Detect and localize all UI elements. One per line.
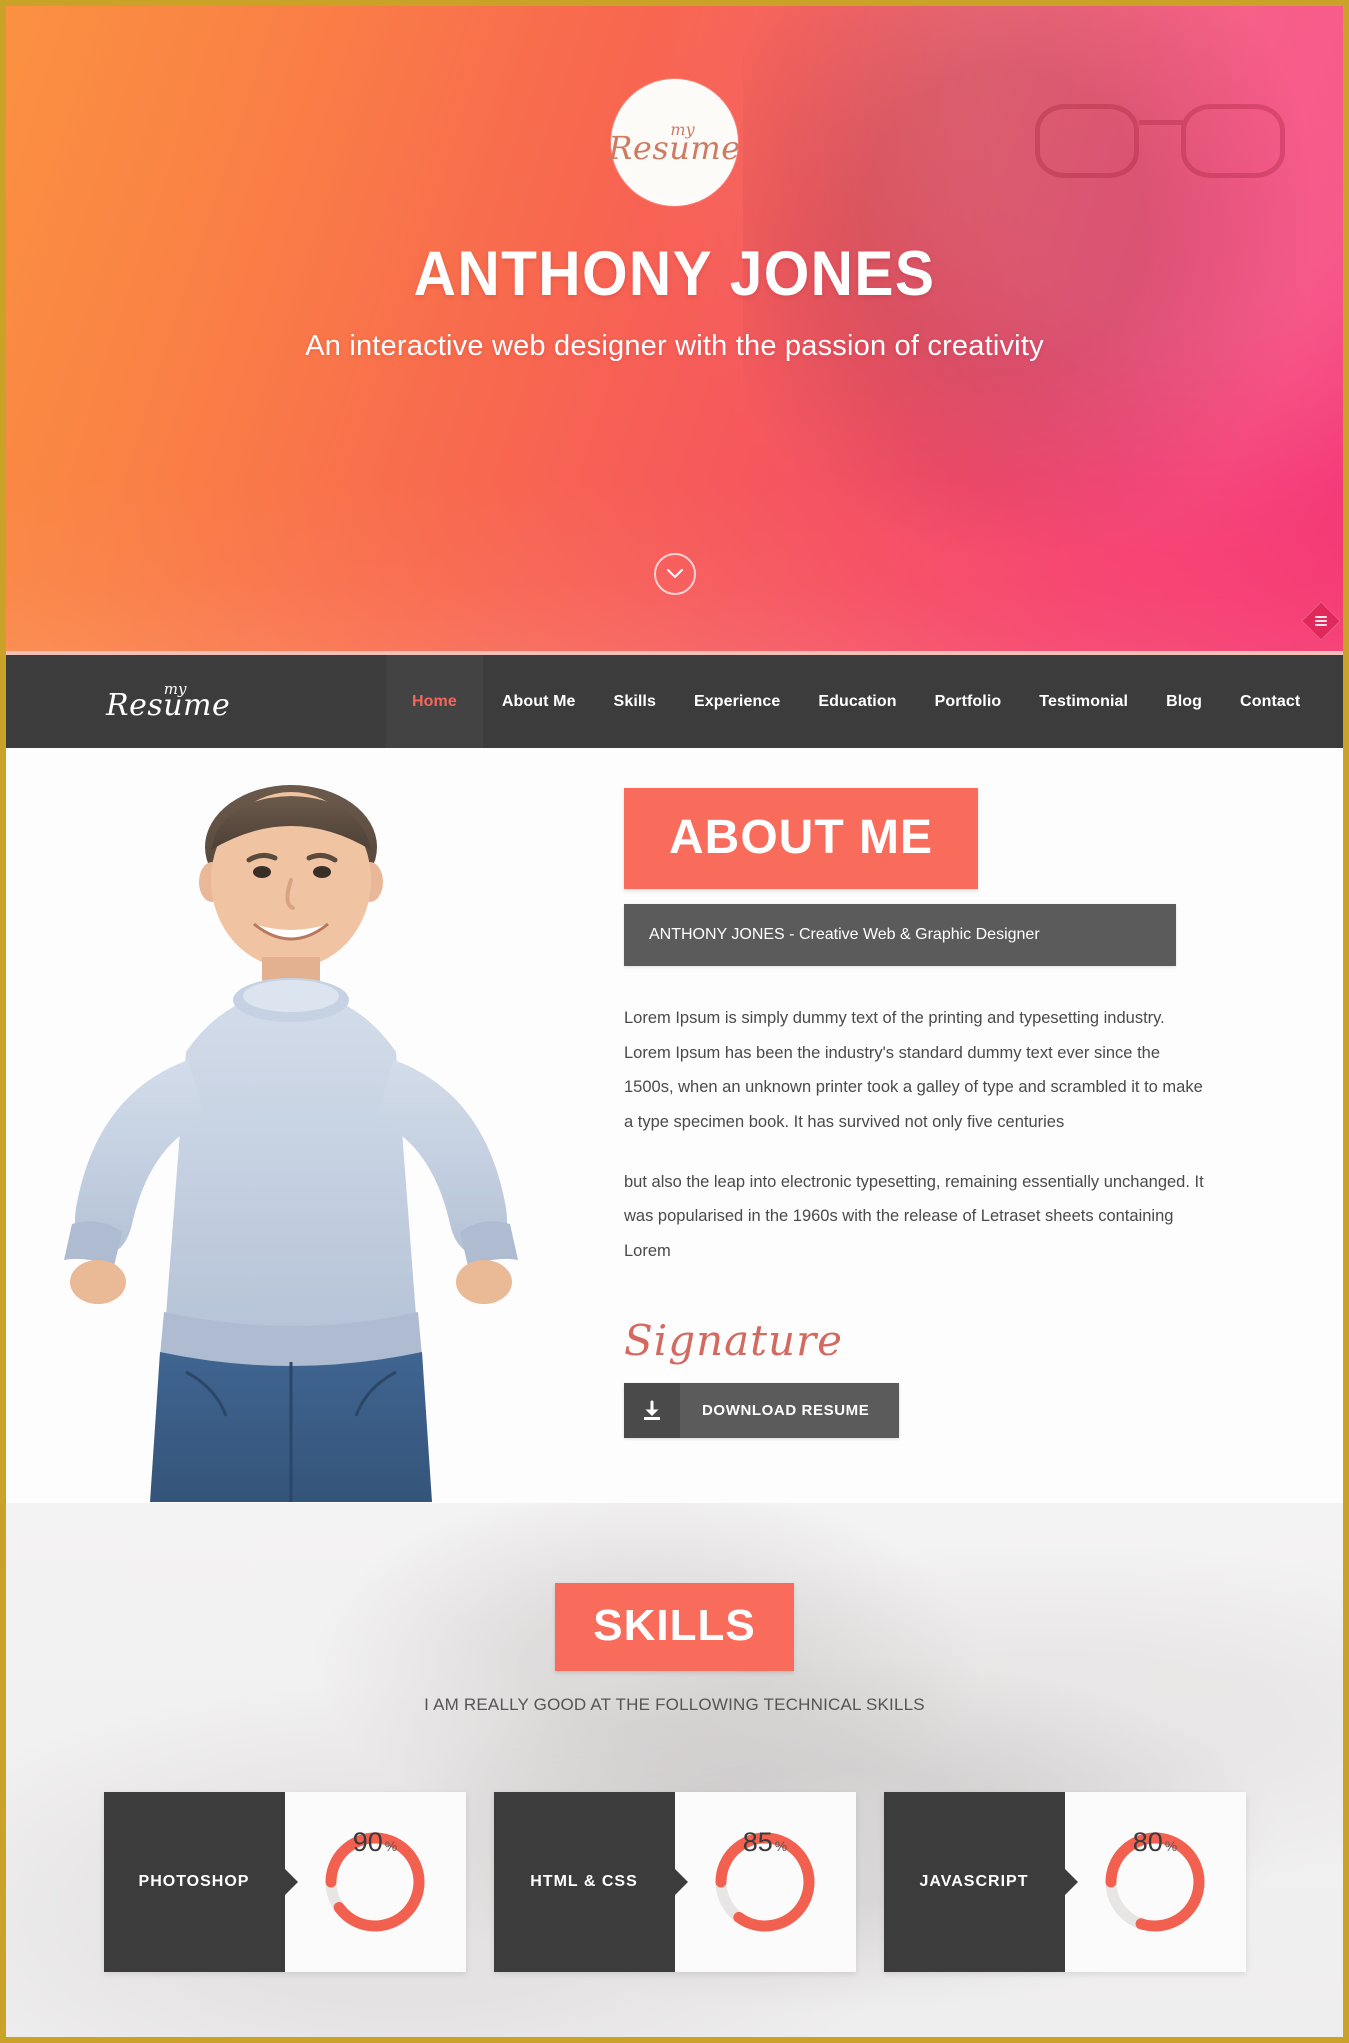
nav-item-testimonial[interactable]: Testimonial	[1020, 655, 1147, 748]
about-section: ABOUT ME ANTHONY JONES - Creative Web & …	[6, 748, 1343, 1503]
nav-logo[interactable]: my Resume	[6, 655, 386, 748]
skill-card-javascript[interactable]: JAVASCRIPT 80 %	[883, 1792, 1246, 1972]
page-frame: my Resume ANTHONY JONES An interactive w…	[6, 6, 1343, 2037]
nav-item-blog[interactable]: Blog	[1147, 655, 1221, 748]
signature: Signature	[624, 1316, 844, 1366]
hero-tagline: An interactive web designer with the pas…	[305, 330, 1044, 362]
about-portrait-photo	[64, 785, 518, 1502]
nav-logo-wordmark: my Resume	[106, 682, 230, 721]
skills-heading: SKILLS	[555, 1583, 794, 1671]
hero-section: my Resume ANTHONY JONES An interactive w…	[6, 6, 1343, 651]
nav-item-experience[interactable]: Experience	[675, 655, 799, 748]
settings-widget-button[interactable]	[1301, 601, 1341, 641]
percent-sign: %	[1164, 1838, 1178, 1854]
skill-percent-html-css: 85	[742, 1827, 773, 1857]
logo-large-text: Resume	[608, 128, 741, 167]
download-resume-button[interactable]: DOWNLOAD RESUME	[624, 1383, 900, 1439]
about-heading: ABOUT ME	[624, 788, 978, 889]
skills-section: SKILLS I AM REALLY GOOD AT THE FOLLOWING…	[6, 1503, 1343, 2037]
nav-logo-large-text: Resume	[106, 688, 231, 723]
donut-value-javascript: 80 %	[1100, 1827, 1210, 1937]
about-subtitle-bar: ANTHONY JONES - Creative Web & Graphic D…	[624, 904, 1176, 966]
nav-item-contact[interactable]: Contact	[1221, 655, 1319, 748]
skill-percent-javascript: 80	[1132, 1827, 1163, 1857]
donut-chart-html-css: 85 %	[710, 1827, 820, 1937]
about-paragraph-2: but also the leap into electronic typese…	[624, 1172, 1204, 1260]
skill-chart-photoshop: 90 %	[284, 1792, 466, 1972]
about-content: ABOUT ME ANTHONY JONES - Creative Web & …	[624, 788, 1204, 1439]
skill-label-photoshop: PHOTOSHOP	[103, 1792, 285, 1972]
nav-menu: Home About Me Skills Experience Educatio…	[386, 655, 1319, 748]
chevron-down-icon	[666, 569, 683, 579]
nav-item-portfolio[interactable]: Portfolio	[916, 655, 1021, 748]
logo-wordmark: my Resume	[608, 121, 741, 167]
skill-label-javascript: JAVASCRIPT	[883, 1792, 1065, 1972]
percent-sign: %	[774, 1838, 788, 1854]
scroll-down-button[interactable]	[653, 553, 696, 595]
hero-name: ANTHONY JONES	[413, 239, 936, 309]
skill-chart-javascript: 80 %	[1064, 1792, 1246, 1972]
donut-value-html-css: 85 %	[710, 1827, 820, 1937]
nav-item-home[interactable]: Home	[386, 655, 483, 748]
skill-label-html-css: HTML & CSS	[493, 1792, 675, 1972]
nav-item-skills[interactable]: Skills	[595, 655, 675, 748]
hero-logo-badge[interactable]: my Resume	[608, 79, 741, 206]
skill-card-photoshop[interactable]: PHOTOSHOP 90 %	[103, 1792, 466, 1972]
download-icon	[624, 1383, 680, 1439]
nav-item-about-me[interactable]: About Me	[483, 655, 595, 748]
skills-card-row: PHOTOSHOP 90 % HTML & CSS 85 % JAVASCRIP…	[6, 1792, 1343, 1972]
about-paragraph-1: Lorem Ipsum is simply dummy text of the …	[624, 1009, 1203, 1131]
donut-chart-javascript: 80 %	[1100, 1827, 1210, 1937]
percent-sign: %	[384, 1838, 398, 1854]
download-resume-label: DOWNLOAD RESUME	[702, 1402, 870, 1420]
settings-diamond-icon	[1315, 616, 1327, 626]
nav-item-education[interactable]: Education	[799, 655, 915, 748]
skill-percent-photoshop: 90	[352, 1827, 383, 1857]
main-navigation: my Resume Home About Me Skills Experienc…	[6, 651, 1343, 748]
skill-chart-html-css: 85 %	[674, 1792, 856, 1972]
skills-subtitle: I AM REALLY GOOD AT THE FOLLOWING TECHNI…	[424, 1695, 925, 1714]
donut-value-photoshop: 90 %	[320, 1827, 430, 1937]
donut-chart-photoshop: 90 %	[320, 1827, 430, 1937]
skill-card-html-css[interactable]: HTML & CSS 85 %	[493, 1792, 856, 1972]
